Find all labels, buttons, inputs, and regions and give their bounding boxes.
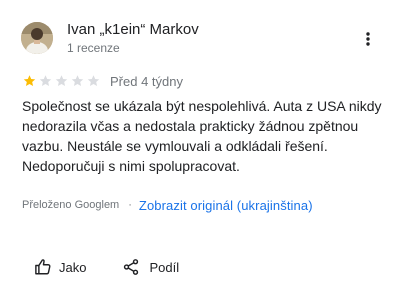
more-vert-icon xyxy=(366,31,370,51)
review-card: Ivan „k1ein“ Markov 1 recenze Před 4 týd… xyxy=(0,0,400,298)
star-empty-icon xyxy=(39,75,52,87)
thumb-up-icon xyxy=(34,258,52,276)
rating-row: Před 4 týdny xyxy=(22,72,183,90)
star-empty-icon xyxy=(87,75,100,87)
separator-dot: · xyxy=(128,199,132,211)
share-icon xyxy=(122,258,140,276)
author-name[interactable]: Ivan „k1ein“ Markov xyxy=(67,21,199,38)
star-rating xyxy=(22,74,102,88)
review-text: Společnost se ukázala být nespolehlivá. … xyxy=(22,98,382,174)
avatar[interactable] xyxy=(21,22,53,54)
review-actions: Jako Podíl xyxy=(34,256,179,278)
star-empty-icon xyxy=(55,75,68,87)
show-original-link[interactable]: Zobrazit originál (ukrajinština) xyxy=(139,198,313,213)
review-date: Před 4 týdny xyxy=(110,73,183,89)
author-review-count[interactable]: 1 recenze xyxy=(67,41,120,55)
star-filled-icon xyxy=(23,75,36,87)
share-button[interactable]: Podíl xyxy=(122,258,179,276)
translated-by-label: Přeloženo Googlem xyxy=(22,199,120,211)
like-label: Jako xyxy=(59,259,87,275)
more-options-button[interactable] xyxy=(358,30,378,52)
share-label: Podíl xyxy=(149,259,180,275)
star-empty-icon xyxy=(71,75,84,87)
like-button[interactable]: Jako xyxy=(34,258,86,276)
translation-row: Přeloženo Googlem · Zobrazit originál (u… xyxy=(22,196,313,214)
